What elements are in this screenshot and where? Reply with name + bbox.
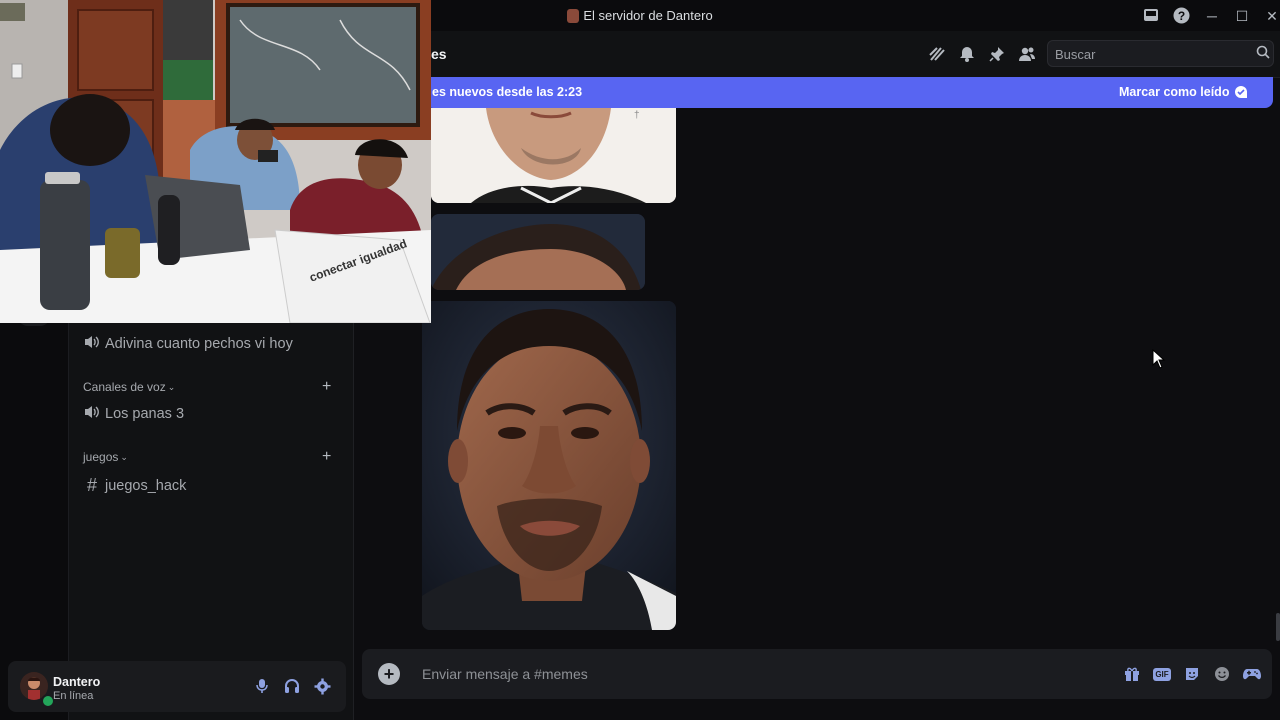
scrollbar-thumb[interactable] xyxy=(1276,613,1280,641)
channel-item-los-panas[interactable]: Los panas 3 xyxy=(83,405,184,423)
emoji-icon[interactable] xyxy=(1212,665,1232,683)
help-icon[interactable]: ? xyxy=(1171,5,1191,25)
minimize-button[interactable]: ─ xyxy=(1202,6,1222,26)
chevron-down-icon: ⌄ xyxy=(167,381,176,392)
search-icon[interactable] xyxy=(1256,45,1270,61)
sticker-icon[interactable] xyxy=(1182,665,1202,683)
speaker-icon xyxy=(83,335,101,353)
threads-icon[interactable] xyxy=(927,44,947,64)
message-input[interactable] xyxy=(422,666,1042,682)
category-label: Canales de voz xyxy=(83,380,166,394)
category-canales-de-voz[interactable]: Canales de voz ⌄ xyxy=(83,380,175,394)
members-icon[interactable] xyxy=(1017,44,1037,64)
svg-text:?: ? xyxy=(1177,9,1184,23)
gift-icon[interactable] xyxy=(1122,665,1142,683)
gear-icon[interactable] xyxy=(311,675,333,697)
mark-as-read-button[interactable]: Marcar como leído xyxy=(1119,85,1229,99)
channel-item-juegos-hack[interactable]: # juegos_hack xyxy=(83,475,186,496)
window-title: El servidor de Dantero xyxy=(583,8,713,23)
category-label: juegos xyxy=(83,450,119,464)
headphones-icon[interactable] xyxy=(281,675,303,697)
speaker-icon xyxy=(83,405,101,423)
new-messages-text: es nuevos desde las 2:23 xyxy=(432,85,583,99)
channel-label: Adivina cuanto pechos vi hoy xyxy=(105,336,293,352)
chevron-down-icon: ⌄ xyxy=(120,451,128,462)
server-avatar-icon xyxy=(567,8,580,23)
svg-text:†: † xyxy=(634,110,640,121)
gamepad-icon[interactable] xyxy=(1242,665,1262,683)
mouse-cursor xyxy=(1152,348,1166,369)
maximize-button[interactable]: ☐ xyxy=(1232,6,1252,26)
message-image-3[interactable] xyxy=(422,301,676,630)
close-button[interactable]: ✕ xyxy=(1262,6,1280,26)
channel-title: es xyxy=(431,46,447,62)
add-channel-icon[interactable]: + xyxy=(322,378,331,396)
channel-item-adivina[interactable]: Adivina cuanto pechos vi hoy xyxy=(83,335,293,353)
search-input[interactable] xyxy=(1055,47,1245,61)
microphone-icon[interactable] xyxy=(251,675,273,697)
channel-label: Los panas 3 xyxy=(105,406,185,422)
mark-read-icon[interactable] xyxy=(1233,84,1249,100)
gif-icon[interactable]: GIF xyxy=(1152,665,1172,683)
message-image-2[interactable] xyxy=(431,214,645,290)
message-image-1[interactable]: † xyxy=(431,108,676,203)
category-juegos[interactable]: juegos ⌄ xyxy=(83,450,128,464)
inbox-icon[interactable] xyxy=(1141,5,1161,25)
hash-icon: # xyxy=(86,475,97,495)
user-status: En línea xyxy=(53,690,94,702)
channel-label: juegos_hack xyxy=(105,477,187,494)
add-channel-icon[interactable]: + xyxy=(322,448,331,466)
bell-icon[interactable] xyxy=(957,44,977,64)
pin-icon[interactable] xyxy=(987,44,1007,64)
gif-label: GIF xyxy=(1153,667,1171,681)
username: Dantero xyxy=(53,675,101,689)
add-attachment-button[interactable]: + xyxy=(378,663,400,685)
webcam-overlay: conectar igualdad xyxy=(0,0,431,323)
